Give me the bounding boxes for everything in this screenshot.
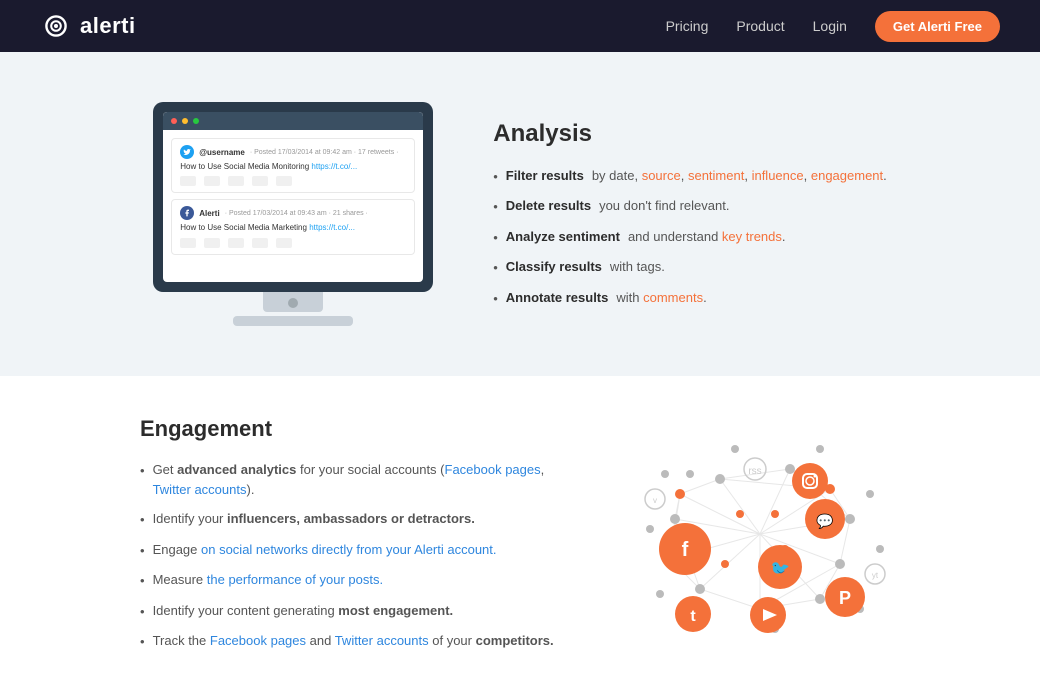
analysis-list: Filter results by date, source, sentimen…	[493, 166, 887, 309]
analysis-title: Analysis	[493, 120, 887, 148]
monitor-stand-dot	[288, 298, 298, 308]
analysis-item-3: Analyze sentiment and understand key tre…	[493, 227, 887, 248]
svg-text:f: f	[682, 539, 689, 561]
engagement-text-1: Get advanced analytics for your social a…	[153, 460, 560, 499]
tweet-header-2: Alerti · Posted 17/03/2014 at 09:43 am ·…	[180, 206, 406, 220]
monitor-title-bar	[163, 112, 423, 130]
monitor-mockup: @username · Posted 17/03/2014 at 09:42 a…	[153, 102, 433, 326]
action-btn	[252, 238, 268, 248]
analysis-bold-2: Delete results	[506, 196, 591, 216]
twitter-avatar-1	[180, 145, 194, 159]
tweet-username-1: @username	[199, 148, 245, 157]
engagement-text-5: Identify your content generating most en…	[153, 601, 454, 621]
dot-green	[193, 118, 199, 124]
action-btn	[276, 238, 292, 248]
monitor-frame: @username · Posted 17/03/2014 at 09:42 a…	[153, 102, 433, 292]
analysis-item-1: Filter results by date, source, sentimen…	[493, 166, 887, 187]
engagement-section: Engagement Get advanced analytics for yo…	[0, 376, 1040, 692]
engagement-item-5: Identify your content generating most en…	[140, 601, 560, 622]
analysis-text-1: by date, source, sentiment, influence, e…	[592, 166, 887, 186]
engagement-item-6: Track the Facebook pages and Twitter acc…	[140, 631, 560, 652]
analysis-text: Analysis Filter results by date, source,…	[493, 120, 887, 309]
analysis-bold-1: Filter results	[506, 166, 584, 186]
nav-login[interactable]: Login	[813, 18, 847, 34]
engagement-text-6: Track the Facebook pages and Twitter acc…	[153, 631, 554, 651]
svg-text:t: t	[690, 608, 696, 625]
tweet-username-2: Alerti	[199, 209, 219, 218]
nav-product[interactable]: Product	[736, 18, 784, 34]
dot-red	[171, 118, 177, 124]
main-nav: Pricing Product Login Get Alerti Free	[666, 11, 1000, 42]
analysis-section: @username · Posted 17/03/2014 at 09:42 a…	[0, 52, 1040, 376]
action-btn	[228, 176, 244, 186]
monitor-screen: @username · Posted 17/03/2014 at 09:42 a…	[163, 112, 423, 282]
engagement-item-2: Identify your influencers, ambassadors o…	[140, 509, 560, 530]
engagement-item-4: Measure the performance of your posts.	[140, 570, 560, 591]
monitor-base	[233, 316, 353, 326]
analysis-text-4: with tags.	[610, 257, 665, 277]
svg-text:yt: yt	[872, 571, 879, 580]
engagement-title: Engagement	[140, 416, 560, 442]
analysis-bold-4: Classify results	[506, 257, 602, 277]
svg-text:v: v	[653, 496, 657, 505]
analysis-bold-3: Analyze sentiment	[506, 227, 620, 247]
analysis-item-5: Annotate results with comments.	[493, 288, 887, 309]
tweet-text-1: How to Use Social Media Monitoring https…	[180, 162, 406, 172]
svg-text:💬: 💬	[816, 513, 834, 530]
engagement-text-2: Identify your influencers, ambassadors o…	[153, 509, 475, 529]
tweet-card-1: @username · Posted 17/03/2014 at 09:42 a…	[171, 138, 415, 193]
action-btn	[228, 238, 244, 248]
action-btn	[276, 176, 292, 186]
analysis-item-4: Classify results with tags.	[493, 257, 887, 278]
facebook-avatar-2	[180, 206, 194, 220]
logo-text: alerti	[80, 13, 136, 39]
tweet-card-2: Alerti · Posted 17/03/2014 at 09:43 am ·…	[171, 199, 415, 254]
social-svg: f 🐦 P t 💬 rss	[620, 419, 900, 649]
svg-text:🐦: 🐦	[770, 561, 790, 578]
social-network-graphic: f 🐦 P t 💬 rss	[620, 419, 900, 649]
logo-icon	[40, 10, 72, 42]
monitor-content: @username · Posted 17/03/2014 at 09:42 a…	[163, 130, 423, 263]
analysis-item-2: Delete results you don't find relevant.	[493, 196, 887, 217]
engagement-text: Engagement Get advanced analytics for yo…	[140, 416, 560, 652]
analysis-text-3: and understand key trends.	[628, 227, 786, 247]
nav-pricing[interactable]: Pricing	[666, 18, 709, 34]
monitor-stand	[263, 292, 323, 312]
action-btn	[180, 238, 196, 248]
header: alerti Pricing Product Login Get Alerti …	[0, 0, 1040, 52]
action-btn	[252, 176, 268, 186]
analysis-text-2: you don't find relevant.	[599, 196, 729, 216]
tweet-header-1: @username · Posted 17/03/2014 at 09:42 a…	[180, 145, 406, 159]
action-btn	[204, 238, 220, 248]
analysis-bold-5: Annotate results	[506, 288, 609, 308]
engagement-item-3: Engage on social networks directly from …	[140, 540, 560, 561]
engagement-text-3: Engage on social networks directly from …	[153, 540, 497, 560]
tweet-actions-2	[180, 238, 406, 248]
tweet-actions-1	[180, 176, 406, 186]
engagement-text-4: Measure the performance of your posts.	[153, 570, 384, 590]
logo: alerti	[40, 10, 136, 42]
analysis-text-5: with comments.	[616, 288, 706, 308]
cta-button[interactable]: Get Alerti Free	[875, 11, 1000, 42]
action-btn	[204, 176, 220, 186]
svg-text:rss: rss	[748, 466, 761, 477]
tweet-time-1: · Posted 17/03/2014 at 09:42 am · 17 ret…	[250, 149, 399, 156]
dot-yellow	[182, 118, 188, 124]
tweet-text-2: How to Use Social Media Marketing https:…	[180, 223, 406, 233]
tweet-time-2: · Posted 17/03/2014 at 09:43 am · 21 sha…	[225, 210, 368, 217]
engagement-item-1: Get advanced analytics for your social a…	[140, 460, 560, 499]
action-btn	[180, 176, 196, 186]
engagement-list: Get advanced analytics for your social a…	[140, 460, 560, 652]
